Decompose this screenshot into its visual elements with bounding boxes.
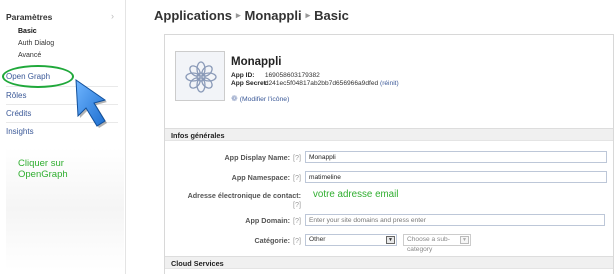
- cursor-arrow-icon: [70, 78, 112, 132]
- breadcrumb-app[interactable]: Monappli: [245, 8, 302, 23]
- chevron-right-icon: ›: [111, 11, 114, 21]
- help-icon[interactable]: [?]: [293, 153, 301, 162]
- field-row-category: Catégorie: [?] Other ▼ Choose a sub-categ…: [165, 233, 613, 253]
- help-icon[interactable]: [?]: [293, 200, 301, 209]
- sidebar-sub-basic[interactable]: Basic: [18, 28, 37, 35]
- app-name: Monappli: [231, 56, 282, 68]
- category-select[interactable]: Other ▼: [305, 234, 397, 246]
- field-row-app-domain: App Domain: [?]: [165, 213, 613, 229]
- settings-panel: Monappli App ID: 169058603179382 App Sec…: [164, 34, 614, 274]
- field-row-display-name: App Display Name: [?]: [165, 150, 613, 166]
- gear-icon: ❁: [231, 94, 238, 103]
- subcategory-select-placeholder: Choose a sub-category: [407, 236, 450, 253]
- display-name-label-text: App Display Name:: [224, 153, 290, 162]
- breadcrumb-applications[interactable]: Applications: [154, 8, 232, 23]
- modify-icon-link[interactable]: ❁ (Modifier l'icône): [231, 94, 289, 103]
- field-row-contact-email: Adresse électronique de contact: [?] votr…: [165, 189, 613, 209]
- namespace-input[interactable]: [305, 171, 607, 183]
- namespace-label-text: App Namespace:: [231, 173, 290, 182]
- subcategory-select[interactable]: Choose a sub-category ▼: [403, 234, 471, 253]
- contact-email-label: Adresse électronique de contact: [?]: [188, 191, 301, 209]
- help-icon[interactable]: [?]: [293, 236, 301, 245]
- display-name-input[interactable]: [305, 151, 607, 163]
- category-label: Catégorie: [?]: [254, 236, 301, 245]
- sidebar-section-parametres[interactable]: Paramètres ›: [6, 11, 118, 24]
- sidebar-sub-avance[interactable]: Avancé: [18, 52, 41, 59]
- contact-email-annotation: votre adresse email: [313, 189, 399, 200]
- app-logo-icon: [175, 51, 225, 101]
- field-row-namespace: App Namespace: [?]: [165, 170, 613, 186]
- sidebar-sub-auth-dialog[interactable]: Auth Dialog: [18, 40, 54, 47]
- section-infos-generales: Infos générales: [165, 128, 613, 141]
- dropdown-arrow-icon: ▼: [460, 236, 469, 244]
- breadcrumb-current: Basic: [314, 8, 349, 23]
- sidebar: Paramètres › Basic Auth Dialog Avancé Op…: [0, 0, 126, 274]
- app-id-line: App ID: 169058603179382: [231, 72, 320, 79]
- app-domain-input[interactable]: [305, 214, 605, 226]
- app-domain-label-text: App Domain:: [245, 216, 290, 225]
- open-graph-highlight-oval: [2, 65, 74, 88]
- app-secret-value: d241ec5f04817ab2bb7d656966a9dfed: [264, 80, 379, 87]
- sidebar-section-label: Paramètres: [6, 12, 53, 22]
- help-icon[interactable]: [?]: [293, 173, 301, 182]
- annotation-hint-line-1: Cliquer sur: [18, 158, 64, 169]
- section-cloud-services: Cloud Services: [165, 256, 613, 269]
- app-secret-line: App Secret: d241ec5f04817ab2bb7d656966a9…: [231, 80, 399, 87]
- help-icon[interactable]: [?]: [293, 216, 301, 225]
- breadcrumb-separator-icon: ▸: [305, 10, 311, 20]
- breadcrumb-separator-icon: ▸: [236, 10, 241, 20]
- app-id-value: 169058603179382: [264, 72, 320, 79]
- breadcrumb: Applications ▸ Monappli ▸ Basic: [154, 8, 349, 23]
- reset-secret-link[interactable]: (réinit): [380, 80, 399, 87]
- display-name-label: App Display Name: [?]: [224, 153, 301, 162]
- category-label-text: Catégorie:: [254, 236, 290, 245]
- app-id-label: App ID:: [231, 72, 255, 79]
- app-secret-label: App Secret:: [231, 80, 269, 87]
- dropdown-arrow-icon: ▼: [386, 236, 395, 244]
- namespace-label: App Namespace: [?]: [232, 173, 301, 182]
- contact-email-label-text: Adresse électronique de contact:: [187, 191, 301, 200]
- category-select-value: Other: [309, 236, 326, 243]
- modify-icon-label: (Modifier l'icône): [239, 96, 290, 103]
- main-content: Applications▸Monappli▸Basic Monappli: [126, 0, 616, 274]
- app-domain-label: App Domain: [?]: [245, 216, 301, 225]
- annotation-hint-line-2: OpenGraph: [18, 169, 68, 180]
